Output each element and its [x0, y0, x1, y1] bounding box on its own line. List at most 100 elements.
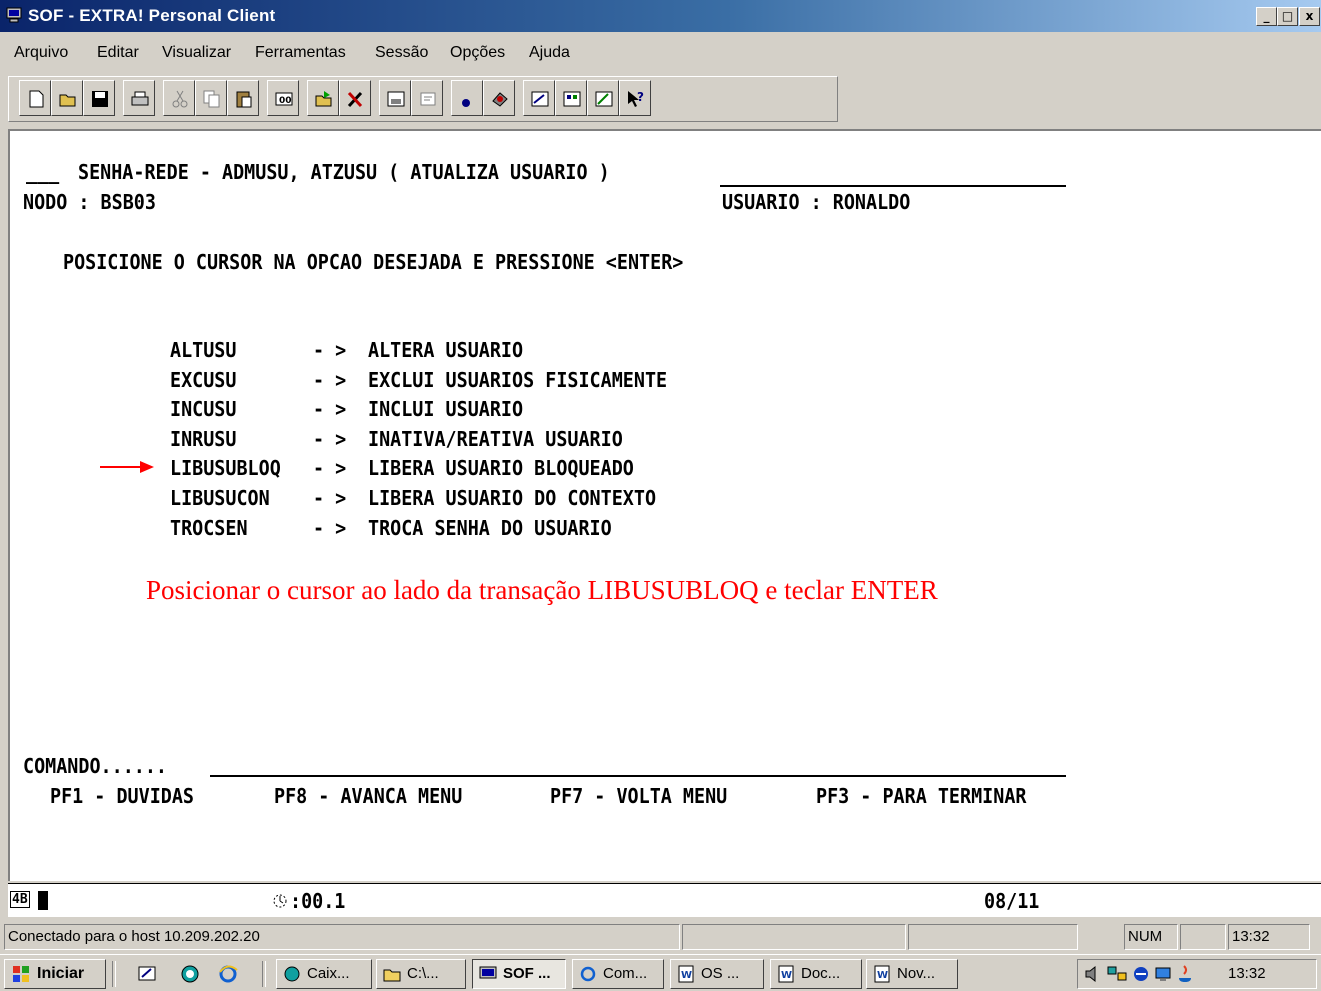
- help-button[interactable]: ?: [619, 80, 651, 116]
- settings-button[interactable]: [483, 80, 515, 116]
- pf7-key[interactable]: PF7 - VOLTA MENU: [550, 785, 727, 807]
- task-sof[interactable]: SOF ...: [472, 959, 566, 989]
- minimize-button[interactable]: _: [1256, 7, 1277, 26]
- menu-opcoes[interactable]: Opções: [450, 44, 505, 62]
- option-code[interactable]: TROCSEN: [170, 517, 248, 539]
- paste-button[interactable]: [227, 80, 259, 116]
- quick-pad-icon: [531, 91, 549, 107]
- inbox-icon: [284, 966, 300, 982]
- option-desc: LIBERA USUARIO DO CONTEXTO: [368, 486, 657, 510]
- receive-button[interactable]: [411, 80, 443, 116]
- outlook-icon[interactable]: [180, 964, 200, 984]
- option-code[interactable]: INCUSU: [170, 398, 236, 420]
- task-label: SOF ...: [503, 965, 551, 982]
- option-code[interactable]: LIBUSUBLOQ: [170, 457, 281, 479]
- internet-explorer-icon[interactable]: [218, 964, 238, 984]
- option-arrow: - >: [313, 427, 347, 451]
- option-arrow: - >: [313, 486, 347, 510]
- option-arrow: - >: [313, 456, 347, 480]
- paste-icon: [236, 91, 252, 108]
- operator-info-area: 4B :00.1 08/11: [8, 883, 1321, 917]
- title-bar[interactable]: SOF - EXTRA! Personal Client _ □ x: [0, 0, 1321, 32]
- show-desktop-icon[interactable]: [138, 964, 158, 984]
- taskbar-clock[interactable]: 13:32: [1228, 965, 1266, 982]
- option-desc: ALTERA USUARIO: [368, 338, 524, 362]
- menu-arquivo[interactable]: Arquivo: [14, 44, 68, 62]
- option-desc: TROCA SENHA DO USUARIO: [368, 516, 612, 540]
- antivirus-icon[interactable]: [1132, 965, 1150, 983]
- quick-pad-button[interactable]: [523, 80, 555, 116]
- new-icon: [29, 90, 44, 108]
- option-arrow: - >: [313, 516, 347, 540]
- command-label: COMANDO......: [23, 754, 168, 778]
- print-button[interactable]: [123, 80, 155, 116]
- browser-icon: [580, 966, 596, 982]
- option-desc: INCLUI USUARIO: [368, 397, 524, 421]
- cut-button[interactable]: [163, 80, 195, 116]
- menu-ferramentas[interactable]: Ferramentas: [255, 44, 346, 62]
- record-button[interactable]: [451, 80, 483, 116]
- word-doc-icon: W: [778, 965, 794, 983]
- task-caixa[interactable]: Caix...: [276, 959, 372, 989]
- menu-visualizar[interactable]: Visualizar: [162, 44, 231, 62]
- task-doc[interactable]: W Doc...: [770, 959, 862, 989]
- pf1-key[interactable]: PF1 - DUVIDAS: [50, 785, 194, 807]
- open-button[interactable]: [51, 80, 83, 116]
- task-os[interactable]: W OS ...: [670, 959, 764, 989]
- session-indicator: 4B: [10, 891, 30, 908]
- svg-text:W: W: [681, 970, 692, 981]
- pf3-key[interactable]: PF3 - PARA TERMINAR: [816, 785, 1026, 807]
- screen-title: SENHA-REDE - ADMUSU, ATZUSU ( ATUALIZA U…: [78, 160, 610, 184]
- task-label: Caix...: [307, 965, 350, 982]
- help-icon: ?: [628, 90, 644, 107]
- windows-logo-icon: [13, 966, 29, 982]
- option-code[interactable]: EXCUSU: [170, 369, 236, 391]
- pf8-key[interactable]: PF8 - AVANCA MENU: [274, 785, 462, 807]
- task-explorer[interactable]: C:\...: [376, 959, 466, 989]
- option-code[interactable]: INRUSU: [170, 428, 236, 450]
- connection-status: Conectado para o host 10.209.202.20: [4, 924, 680, 950]
- option-code[interactable]: ALTUSU: [170, 339, 236, 361]
- status-panel-empty-2: [908, 924, 1078, 950]
- window-title: SOF - EXTRA! Personal Client: [28, 6, 276, 25]
- instruction-text: POSICIONE O CURSOR NA OPCAO DESEJADA E P…: [63, 250, 684, 274]
- java-icon[interactable]: [1176, 964, 1194, 984]
- header-underline: [720, 185, 1066, 187]
- close-button[interactable]: x: [1299, 7, 1320, 26]
- svg-text:?: ?: [637, 90, 644, 104]
- copy-icon: [203, 90, 220, 108]
- display-button[interactable]: [555, 80, 587, 116]
- header-prefix[interactable]: ___: [26, 161, 59, 183]
- svg-text:W: W: [781, 970, 792, 981]
- task-com[interactable]: Com...: [572, 959, 664, 989]
- trace-button[interactable]: 00: [267, 80, 299, 116]
- new-button[interactable]: [19, 80, 51, 116]
- macro-button[interactable]: [379, 80, 411, 116]
- macro-icon: [387, 91, 405, 107]
- edit-button[interactable]: [587, 80, 619, 116]
- word-doc-icon: W: [874, 965, 890, 983]
- tools-button[interactable]: [339, 80, 371, 116]
- command-input-line[interactable]: [210, 775, 1066, 777]
- menu-sessao[interactable]: Sessão: [375, 44, 428, 62]
- menu-editar[interactable]: Editar: [97, 44, 139, 62]
- network-icon[interactable]: [1106, 965, 1128, 983]
- cursor-block: [38, 891, 48, 910]
- copy-button[interactable]: [195, 80, 227, 116]
- terminal-screen[interactable]: ___ SENHA-REDE - ADMUSU, ATZUSU ( ATUALI…: [8, 129, 1321, 881]
- svg-text:W: W: [877, 970, 888, 981]
- status-panel-empty-3: [1180, 924, 1226, 950]
- send-file-button[interactable]: [307, 80, 339, 116]
- start-label: Iniciar: [37, 965, 85, 982]
- display-settings-icon[interactable]: [1154, 965, 1172, 983]
- volume-icon[interactable]: [1084, 965, 1102, 983]
- maximize-button[interactable]: □: [1277, 7, 1298, 26]
- settings-icon: [492, 92, 508, 107]
- menu-ajuda[interactable]: Ajuda: [529, 44, 570, 62]
- status-time: 13:32: [1228, 924, 1310, 950]
- option-code[interactable]: LIBUSUCON: [170, 487, 270, 509]
- save-button[interactable]: [83, 80, 115, 116]
- receive-icon: [420, 92, 436, 106]
- task-nov[interactable]: W Nov...: [866, 959, 958, 989]
- start-button[interactable]: Iniciar: [4, 959, 106, 989]
